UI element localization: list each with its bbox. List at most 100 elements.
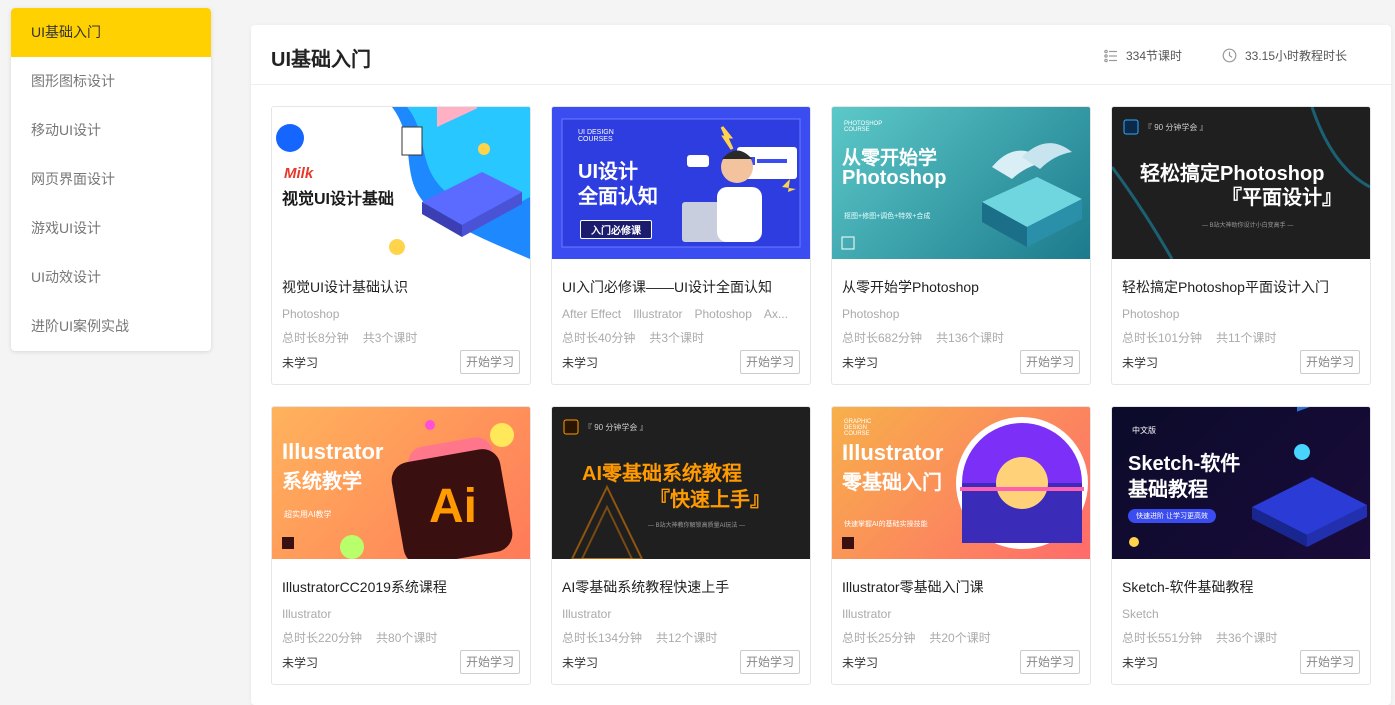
course-lessons: 共80个课时 [376, 631, 438, 645]
thumb-line2: Photoshop [842, 167, 947, 189]
course-title[interactable]: UI入门必修课——UI设计全面认知 [562, 277, 772, 297]
page-title: UI基础入门 [271, 49, 371, 71]
course-meta: 总时长101分钟 共11个课时 [1122, 329, 1291, 346]
course-lessons: 共36个课时 [1216, 631, 1278, 645]
thumb-sub: — B站大神助你设计小白变高手 — [1202, 223, 1294, 229]
thumb-line2: 『平面设计』 [1222, 187, 1342, 209]
tag: Illustrator [282, 607, 332, 621]
course-title[interactable]: Sketch-软件基础教程 [1122, 577, 1253, 597]
lesson-count-text: 334节课时 [1126, 49, 1183, 63]
course-title[interactable]: 视觉UI设计基础认识 [282, 277, 408, 297]
course-meta: 总时长134分钟 共12个课时 [562, 629, 731, 646]
course-lessons: 共12个课时 [656, 631, 718, 645]
course-meta: 总时长551分钟 共36个课时 [1122, 629, 1291, 646]
tag: After Effect [562, 307, 622, 321]
thumb-line2: 基础教程 [1128, 479, 1208, 501]
course-thumbnail: 中文版 Sketch-软件 基础教程 快速进阶 让学习更高效 [1112, 407, 1370, 559]
thumb-top: 『 90 分钟学会 』 [1144, 123, 1208, 132]
course-panel: UI基础入门 334节课时 33.15小时教程时长 Milk 视觉UI设计基础 … [251, 25, 1391, 705]
course-card[interactable]: Ai Illustrator 系统教学 超实用AI教学 IllustratorC… [271, 406, 531, 685]
tag: Photoshop [282, 307, 340, 321]
study-status: 未学习 [842, 356, 879, 370]
course-meta: 总时长25分钟 共20个课时 [842, 629, 1005, 646]
study-status: 未学习 [1122, 656, 1159, 670]
thumb-badge: 入门必修课 [580, 220, 652, 239]
thumb-line1: Sketch-软件 [1128, 453, 1241, 475]
course-thumbnail: PHOTOSHOP COURSE 从零开始学 Photoshop 抠图+修图+调… [832, 107, 1090, 259]
sidebar-item-ui-basics[interactable]: UI基础入门 [11, 8, 211, 57]
start-learning-button[interactable]: 开始学习 [460, 350, 520, 374]
tag: Photoshop [842, 307, 900, 321]
course-duration: 总时长682分钟 [842, 331, 923, 345]
tag: Sketch [1122, 607, 1159, 621]
course-card[interactable]: 『 90 分钟学会 』 AI零基础系统教程 『快速上手』 — B站大神教你解锁高… [551, 406, 811, 685]
start-learning-button[interactable]: 开始学习 [740, 650, 800, 674]
sidebar-item-icon-design[interactable]: 图形图标设计 [11, 57, 211, 106]
course-card[interactable]: 『 90 分钟学会 』 轻松搞定Photoshop 『平面设计』 — B站大神助… [1111, 106, 1371, 385]
sidebar-item-mobile-ui[interactable]: 移动UI设计 [11, 106, 211, 155]
sidebar-item-advanced-ui[interactable]: 进阶UI案例实战 [11, 302, 211, 351]
start-learning-button[interactable]: 开始学习 [1020, 650, 1080, 674]
list-icon [1104, 49, 1117, 62]
course-tags: Illustrator [842, 607, 1082, 621]
course-thumbnail: GRAPHIC DESIGN COURSE Illustrator 零基础入门 … [832, 407, 1090, 559]
study-status: 未学习 [562, 356, 599, 370]
tag: Ax... [763, 307, 788, 321]
study-status: 未学习 [842, 656, 879, 670]
tag: Photoshop [694, 307, 752, 321]
thumb-line1: 从零开始学 [842, 148, 938, 169]
start-learning-button[interactable]: 开始学习 [1020, 350, 1080, 374]
course-title[interactable]: Illustrator零基础入门课 [842, 577, 984, 597]
start-learning-button[interactable]: 开始学习 [1300, 650, 1360, 674]
course-duration: 总时长220分钟 [282, 631, 363, 645]
thumb-small: UI DESIGN COURSES [578, 129, 614, 143]
clock-icon [1222, 48, 1237, 63]
course-card[interactable]: GRAPHIC DESIGN COURSE Illustrator 零基础入门 … [831, 406, 1091, 685]
thumb-line1: Illustrator [282, 439, 384, 464]
course-tags: Photoshop [1122, 307, 1362, 321]
panel-header: UI基础入门 334节课时 33.15小时教程时长 [251, 25, 1391, 85]
course-tags: Illustrator [562, 607, 802, 621]
course-duration: 总时长101分钟 [1122, 331, 1203, 345]
sidebar-item-web-ui[interactable]: 网页界面设计 [11, 155, 211, 204]
tag: Photoshop [1122, 307, 1180, 321]
course-lessons: 共136个课时 [936, 331, 1005, 345]
course-tags: After Effect Illustrator Photoshop Ax... [562, 307, 802, 321]
start-learning-button[interactable]: 开始学习 [1300, 350, 1360, 374]
tag: Illustrator [842, 607, 892, 621]
thumb-logo: Ai [429, 480, 477, 533]
course-lessons: 共3个课时 [649, 331, 705, 345]
thumb-top: 『 90 分钟学会 』 [584, 423, 648, 432]
thumb-line2: 零基础入门 [842, 472, 942, 494]
total-hours: 33.15小时教程时长 [1222, 47, 1347, 64]
course-card[interactable]: PHOTOSHOP COURSE 从零开始学 Photoshop 抠图+修图+调… [831, 106, 1091, 385]
start-learning-button[interactable]: 开始学习 [460, 650, 520, 674]
course-thumbnail: Ai Illustrator 系统教学 超实用AI教学 [272, 407, 530, 559]
thumb-line2: 视觉UI设计基础 [282, 191, 395, 208]
course-tags: Illustrator [282, 607, 522, 621]
sidebar-item-game-ui[interactable]: 游戏UI设计 [11, 204, 211, 253]
course-title[interactable]: 从零开始学Photoshop [842, 277, 979, 297]
course-thumbnail: 『 90 分钟学会 』 AI零基础系统教程 『快速上手』 — B站大神教你解锁高… [552, 407, 810, 559]
study-status: 未学习 [1122, 356, 1159, 370]
thumb-sub: 抠图+修图+调色+特效+合成 [844, 213, 931, 220]
total-hours-text: 33.15小时教程时长 [1245, 49, 1348, 63]
course-lessons: 共11个课时 [1216, 331, 1277, 345]
course-card[interactable]: 中文版 Sketch-软件 基础教程 快速进阶 让学习更高效 Sketch-软件… [1111, 406, 1371, 685]
thumb-sub: 超实用AI教学 [284, 510, 332, 519]
course-title[interactable]: AI零基础系统教程快速上手 [562, 577, 729, 597]
course-lessons: 共20个课时 [929, 631, 991, 645]
sidebar-item-motion-ui[interactable]: UI动效设计 [11, 253, 211, 302]
course-thumbnail: UI DESIGN COURSES UI设计 全面认知 入门必修课 [552, 107, 810, 259]
thumb-small: GRAPHIC DESIGN COURSE [844, 419, 872, 437]
course-title[interactable]: IllustratorCC2019系统课程 [282, 577, 447, 597]
start-learning-button[interactable]: 开始学习 [740, 350, 800, 374]
course-card[interactable]: Milk 视觉UI设计基础 视觉UI设计基础认识 Photoshop 总时长8分… [271, 106, 531, 385]
course-card[interactable]: UI DESIGN COURSES UI设计 全面认知 入门必修课 UI入门必修… [551, 106, 811, 385]
course-thumbnail: Milk 视觉UI设计基础 [272, 107, 530, 259]
course-title[interactable]: 轻松搞定Photoshop平面设计入门 [1122, 277, 1329, 297]
category-sidebar: UI基础入门 图形图标设计 移动UI设计 网页界面设计 游戏UI设计 UI动效设… [11, 8, 211, 351]
thumb-sub: — B站大神教你解锁高质量AI玩法 — [648, 523, 746, 529]
study-status: 未学习 [282, 656, 319, 670]
thumb-line1: Milk [284, 165, 314, 182]
